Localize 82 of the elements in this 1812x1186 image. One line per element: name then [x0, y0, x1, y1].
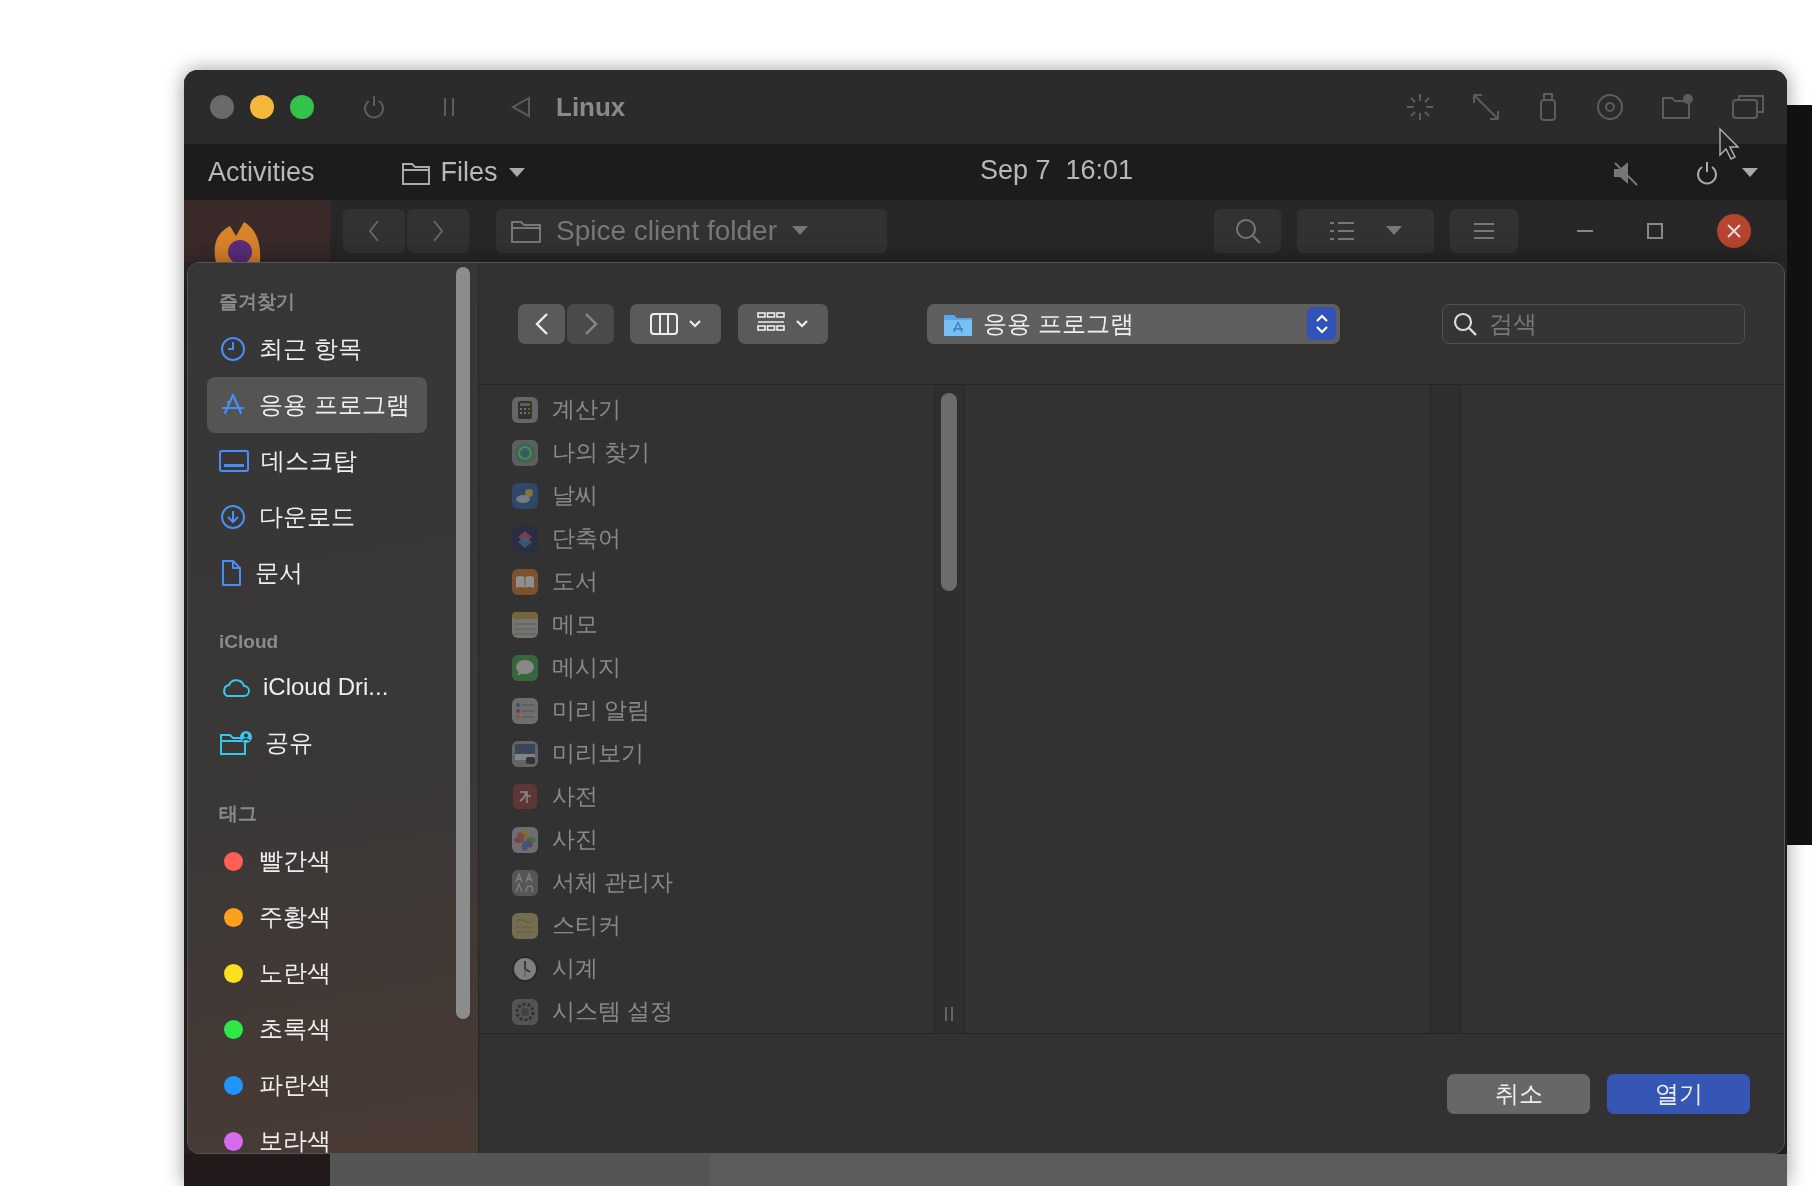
folder-icon: [510, 218, 542, 244]
brightness-icon: [1405, 92, 1435, 122]
sidebar-item[interactable]: 보라색: [259, 1125, 331, 1153]
sidebar-item[interactable]: 빨간색: [259, 845, 331, 877]
scrollbar-thumb[interactable]: [941, 393, 957, 591]
sidebar-item[interactable]: 노란색: [259, 957, 331, 989]
character-icon: [511, 782, 539, 811]
disc-icon: [1595, 92, 1625, 122]
clock[interactable]: Sep 7 16:01: [980, 155, 1134, 186]
clock-icon: [219, 335, 247, 363]
usb-icon: [1537, 92, 1559, 122]
caret-icon: [1384, 225, 1403, 237]
shared-folder-icon: [1661, 92, 1695, 122]
resize-arrows-icon: [1471, 92, 1501, 122]
radar-icon: [511, 438, 539, 467]
caret-icon: [795, 318, 809, 329]
back-triangle-icon: [510, 95, 532, 119]
sidebar-item[interactable]: 초록색: [259, 1013, 331, 1045]
minimize-button[interactable]: [250, 95, 274, 119]
chat-bubble-icon: [511, 653, 539, 682]
sidebar-item[interactable]: 주황색: [259, 901, 331, 933]
open-button[interactable]: 열기: [1607, 1073, 1750, 1114]
layers-icon: [511, 524, 539, 553]
location-popup[interactable]: 응용 프로그램: [927, 303, 1340, 344]
cloud-sun-icon: [511, 481, 539, 510]
caret-icon: [687, 318, 702, 329]
app-menu[interactable]: Files: [440, 157, 498, 188]
chevron-right-icon: [432, 219, 444, 243]
sidebar-item[interactable]: 파란색: [259, 1069, 331, 1101]
gear-icon: [511, 997, 539, 1026]
section-heading: 즐겨찾기: [219, 290, 295, 314]
sidebar-item[interactable]: 데스크탑: [261, 445, 357, 477]
font-icon: [511, 868, 539, 897]
close-button[interactable]: [210, 95, 234, 119]
scrollbar-thumb[interactable]: [456, 267, 470, 1019]
photo-icon: [511, 739, 539, 768]
windows-icon: [1731, 92, 1765, 122]
sidebar-item[interactable]: 최근 항목: [259, 333, 362, 365]
sidebar-item[interactable]: 다운로드: [259, 501, 355, 533]
search-icon: [1452, 310, 1478, 337]
sidebar-item[interactable]: 문서: [255, 557, 303, 589]
location-button[interactable]: Spice client folder: [496, 209, 887, 253]
sidebar-item[interactable]: iCloud Dri...: [263, 673, 389, 701]
list-icon: [511, 696, 539, 725]
minimize-icon: [1576, 229, 1594, 233]
close-icon: [1716, 213, 1752, 249]
menu-icon: [1473, 221, 1495, 241]
section-heading: iCloud: [219, 631, 279, 653]
back-button[interactable]: [518, 303, 565, 344]
caret-icon: [507, 166, 526, 179]
chevron-left-icon: [368, 219, 380, 243]
group-button[interactable]: [738, 303, 828, 344]
cancel-button[interactable]: 취소: [1447, 1073, 1590, 1114]
sidebar-item[interactable]: 공유: [265, 727, 313, 759]
sticky-note-icon: [511, 911, 539, 940]
search-field[interactable]: 검색: [1442, 303, 1745, 344]
maximize-icon: [1646, 222, 1664, 240]
maximize-button[interactable]: [290, 95, 314, 119]
columns-icon: [649, 312, 678, 335]
download-icon: [219, 503, 247, 531]
desktop-icon: [219, 449, 249, 473]
caret-icon: [791, 225, 809, 237]
search-button[interactable]: [1214, 209, 1281, 253]
search-icon: [1233, 217, 1262, 245]
flower-icon: [511, 825, 539, 854]
list-icon: [1328, 220, 1355, 242]
caret-icon: [1741, 166, 1759, 179]
book-icon: [511, 567, 539, 596]
chevron-right-icon: [582, 311, 599, 336]
forward-button[interactable]: [567, 303, 614, 344]
calculator-icon: [511, 395, 539, 424]
clock-icon: [511, 954, 539, 983]
notepad-icon: [511, 610, 539, 639]
window-title: Linux: [556, 91, 626, 123]
resize-handle[interactable]: [944, 1007, 954, 1021]
activities-button[interactable]: Activities: [208, 157, 315, 188]
chevron-left-icon: [533, 311, 550, 336]
view-button[interactable]: [630, 303, 721, 344]
menu-button[interactable]: [1450, 209, 1518, 253]
section-heading: 태그: [219, 802, 257, 826]
shared-folder-icon: [219, 729, 253, 757]
document-icon: [219, 559, 243, 587]
